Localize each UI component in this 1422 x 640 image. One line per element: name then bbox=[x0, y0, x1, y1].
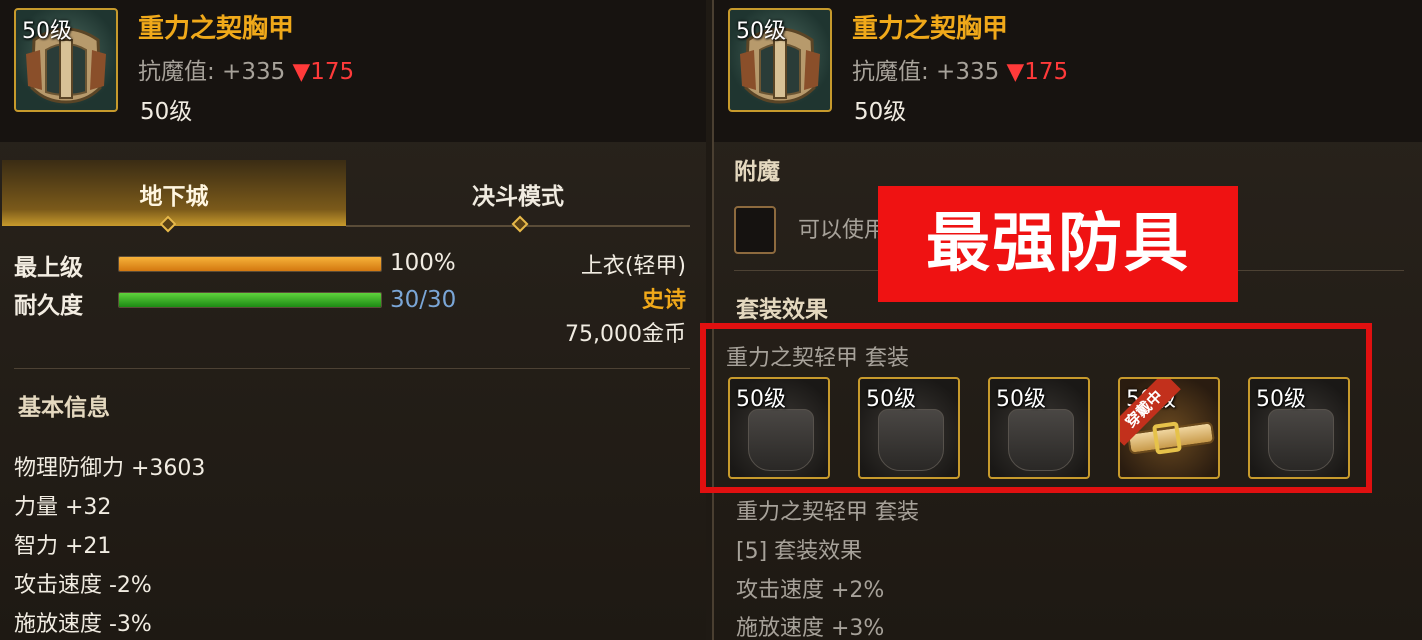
item-header: 50级 重力之契胸甲 抗魔值: +335 ▼175 50级 bbox=[714, 0, 1422, 142]
grade-bar bbox=[118, 256, 382, 272]
attr-line: 攻击速度 -2% bbox=[14, 573, 152, 598]
grade-value: 100% bbox=[390, 250, 456, 276]
set-line: 攻击速度 +2% bbox=[736, 578, 885, 603]
set-line: 施放速度 +3% bbox=[736, 616, 885, 640]
chest-armor-icon[interactable]: 50级 bbox=[728, 8, 832, 112]
durability-bar-fill bbox=[119, 293, 381, 307]
item-name: 重力之契胸甲 bbox=[138, 14, 295, 44]
tab-dungeon[interactable]: 地下城 bbox=[2, 160, 346, 226]
set-highlight-frame bbox=[700, 323, 1372, 493]
enchant-slot[interactable] bbox=[734, 206, 776, 254]
durability-label: 耐久度 bbox=[14, 293, 83, 319]
divider bbox=[14, 368, 690, 369]
durability-bar bbox=[118, 292, 382, 308]
left-item-tooltip: 50级 重力之契胸甲 抗魔值: +335 ▼175 50级 地下城 决斗模式 最… bbox=[0, 0, 706, 640]
item-level: 50级 bbox=[854, 99, 907, 125]
item-header: 50级 重力之契胸甲 抗魔值: +335 ▼175 50级 bbox=[0, 0, 706, 142]
price-label: 75,000金币 bbox=[565, 322, 686, 347]
enchant-title: 附魔 bbox=[734, 159, 780, 185]
right-item-tooltip: 50级 重力之契胸甲 抗魔值: +335 ▼175 50级 附魔 可以使用 套装… bbox=[712, 0, 1422, 640]
attr-line: 智力 +21 bbox=[14, 534, 112, 559]
rarity-label: 史诗 bbox=[641, 288, 686, 313]
item-stat: 抗魔值: +335 ▼175 bbox=[138, 52, 354, 86]
basic-info-title: 基本信息 bbox=[18, 395, 110, 421]
attr-line: 物理防御力 +3603 bbox=[14, 456, 206, 481]
item-stat: 抗魔值: +335 ▼175 bbox=[852, 52, 1068, 86]
magic-resist-value: 抗魔值: +335 bbox=[138, 59, 286, 85]
equipment-slot-type: 上衣(轻甲) bbox=[580, 254, 686, 279]
item-name: 重力之契胸甲 bbox=[852, 14, 1009, 44]
durability-value: 30/30 bbox=[390, 287, 457, 313]
attr-line: 力量 +32 bbox=[14, 495, 112, 520]
chest-armor-icon[interactable]: 50级 bbox=[14, 8, 118, 112]
stat-decrease: ▼175 bbox=[292, 59, 355, 85]
attr-line: 施放速度 -3% bbox=[14, 612, 152, 637]
item-level: 50级 bbox=[140, 99, 193, 125]
item-level-badge: 50级 bbox=[736, 19, 786, 44]
set-effect-title: 套装效果 bbox=[736, 297, 828, 323]
set-line: 重力之契轻甲 套装 bbox=[736, 500, 919, 525]
magic-resist-value: 抗魔值: +335 bbox=[852, 59, 1000, 85]
stat-decrease: ▼175 bbox=[1006, 59, 1069, 85]
enchant-status: 可以使用 bbox=[798, 218, 887, 243]
grade-bar-fill bbox=[119, 257, 381, 271]
item-level-badge: 50级 bbox=[22, 19, 72, 44]
grade-label: 最上级 bbox=[14, 255, 83, 281]
set-line: [5] 套装效果 bbox=[736, 539, 863, 564]
strongest-armor-banner: 最强防具 bbox=[878, 186, 1238, 302]
